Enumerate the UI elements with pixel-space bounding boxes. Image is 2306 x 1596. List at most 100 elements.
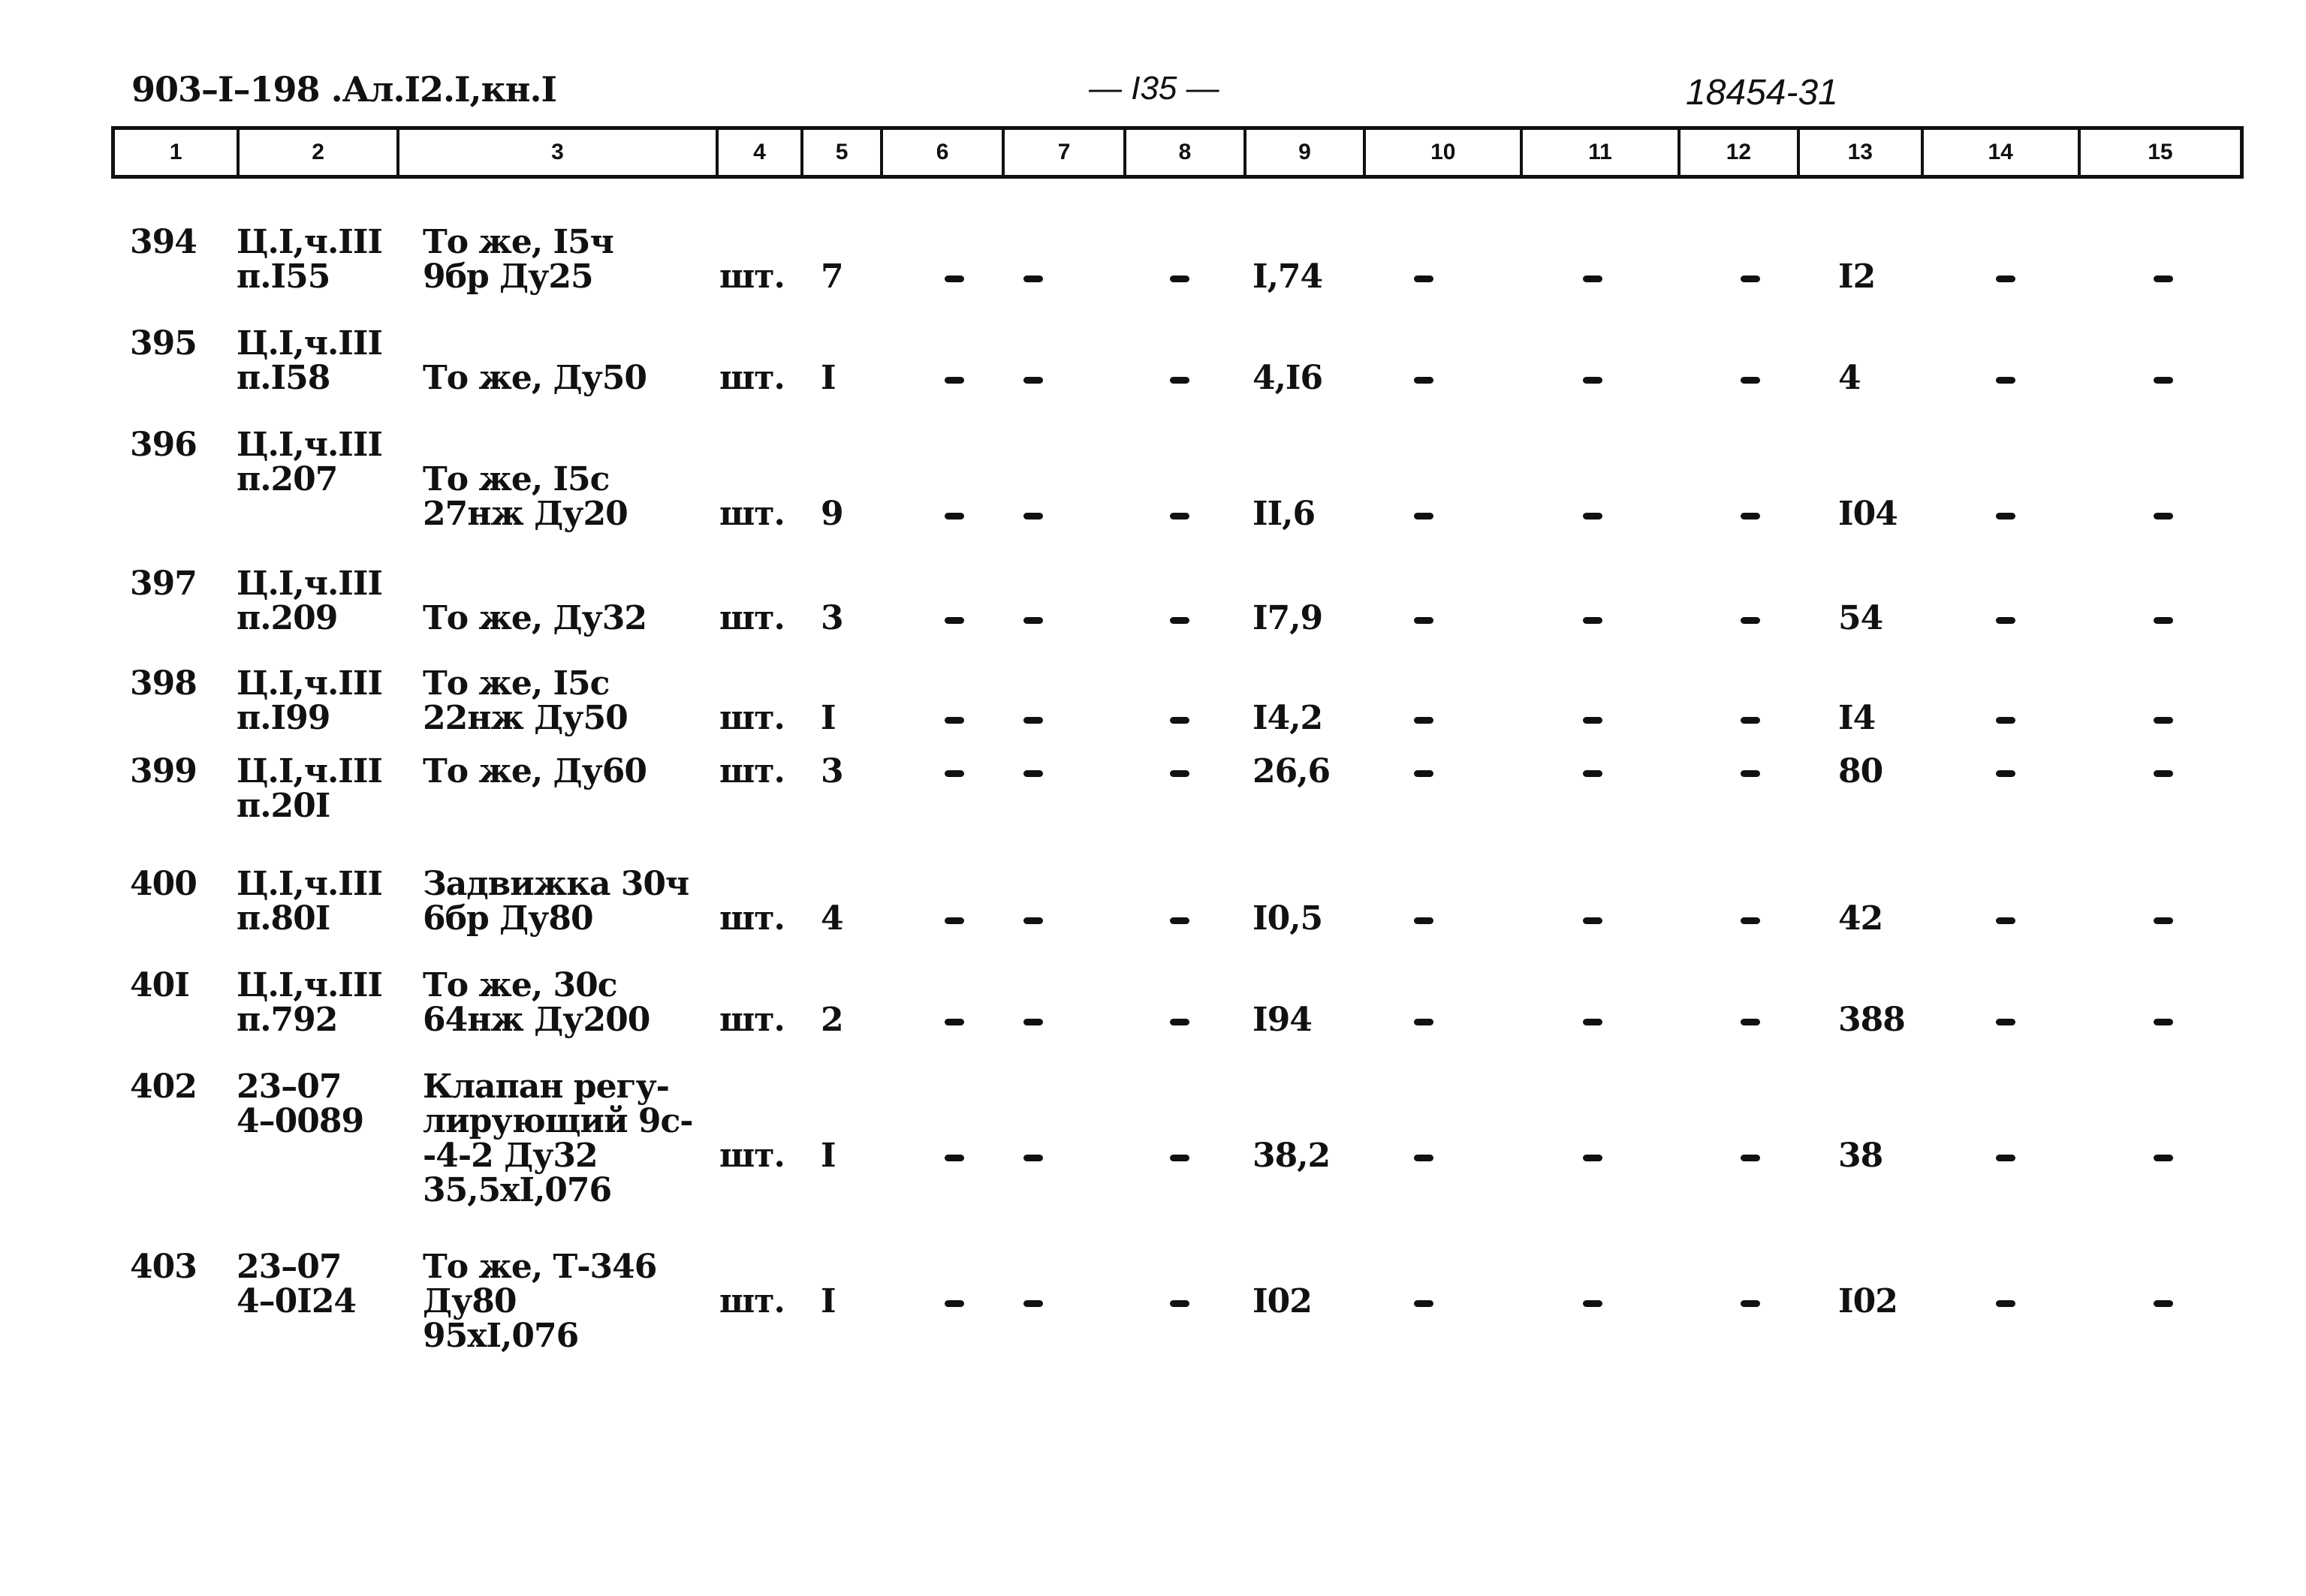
column-header: 11 — [1523, 130, 1681, 175]
reference-cell: Ц.I,ч.III п.207 — [237, 426, 383, 498]
col14-cell — [1996, 361, 2015, 396]
col6-cell — [945, 1003, 964, 1037]
col7-cell — [1023, 902, 1043, 936]
col8-cell — [1170, 1139, 1189, 1173]
dash-mark — [1023, 617, 1043, 624]
dash-mark — [1170, 770, 1189, 777]
col9-cell: I7,9 — [1252, 599, 1323, 637]
item-name: То же, Т-346 Ду80 95хI,076 — [423, 1248, 657, 1355]
col13-cell: I4 — [1838, 699, 1876, 737]
col6-cell — [945, 361, 964, 396]
dash-mark — [1583, 617, 1602, 624]
dash-mark — [2154, 513, 2173, 519]
item-name: То же, Ду32 — [423, 599, 647, 637]
col13-cell: I02 — [1838, 1282, 1898, 1320]
quantity-cell: 9 — [821, 495, 844, 533]
row-number: 400 — [130, 865, 197, 903]
dash-mark — [2154, 1019, 2173, 1025]
unit-cell: шт. — [719, 1282, 785, 1320]
dash-mark — [2154, 770, 2173, 777]
dash-mark — [1583, 770, 1602, 777]
dash-mark — [1996, 917, 2015, 924]
column-header: 8 — [1126, 130, 1246, 175]
reference-cell: 23–07 4–0I24 — [237, 1248, 357, 1320]
col9-cell: I,74 — [1252, 257, 1323, 296]
dash-mark — [1741, 1155, 1760, 1161]
item-name: Клапан регу- лирующий 9с- -4-2 Ду32 35,5… — [423, 1068, 694, 1209]
reference-cell: Ц.I,ч.III п.I58 — [237, 324, 383, 397]
dash-mark — [945, 1019, 964, 1025]
col9-cell: I02 — [1252, 1282, 1313, 1320]
unit-cell: шт. — [719, 599, 785, 637]
dash-mark — [1170, 1155, 1189, 1161]
dash-mark — [1741, 377, 1760, 384]
col14-cell — [1996, 497, 2015, 531]
col12-cell — [1741, 701, 1760, 736]
dash-mark — [1170, 917, 1189, 924]
dash-mark — [1023, 377, 1043, 384]
dash-mark — [945, 276, 964, 282]
archive-number: 18454-31 — [1686, 73, 1838, 113]
col12-cell — [1741, 260, 1760, 294]
col9-cell: 4,I6 — [1252, 359, 1323, 397]
col6-cell — [945, 902, 964, 936]
col15-cell — [2154, 1003, 2173, 1037]
col11-cell — [1583, 361, 1602, 396]
col8-cell — [1170, 497, 1189, 531]
column-header: 2 — [240, 130, 399, 175]
col15-cell — [2154, 601, 2173, 636]
quantity-cell: I — [821, 1282, 836, 1320]
col13-cell: 54 — [1838, 599, 1883, 637]
reference-cell: Ц.I,ч.III п.I99 — [237, 664, 383, 737]
col6-cell — [945, 260, 964, 294]
dash-mark — [1023, 917, 1043, 924]
col15-cell — [2154, 260, 2173, 294]
col13-cell: I2 — [1838, 257, 1876, 296]
dash-mark — [1996, 717, 2015, 724]
dash-mark — [1414, 1155, 1433, 1161]
col15-cell — [2154, 754, 2173, 789]
dash-mark — [1414, 513, 1433, 519]
col8-cell — [1170, 1003, 1189, 1037]
dash-mark — [1583, 1155, 1602, 1161]
col7-cell — [1023, 1139, 1043, 1173]
dash-mark — [2154, 1300, 2173, 1307]
dash-mark — [1741, 1019, 1760, 1025]
col9-cell: I94 — [1252, 1001, 1313, 1039]
col11-cell — [1583, 497, 1602, 531]
reference-cell: 23–07 4–0089 — [237, 1068, 364, 1140]
col12-cell — [1741, 902, 1760, 936]
col9-cell: 38,2 — [1252, 1137, 1331, 1175]
column-header: 3 — [399, 130, 719, 175]
col15-cell — [2154, 497, 2173, 531]
col13-cell: 42 — [1838, 899, 1883, 938]
row-number: 395 — [130, 324, 197, 363]
col8-cell — [1170, 601, 1189, 636]
unit-cell: шт. — [719, 359, 785, 397]
dash-mark — [1170, 513, 1189, 519]
dash-mark — [2154, 617, 2173, 624]
col8-cell — [1170, 902, 1189, 936]
col9-cell: 26,6 — [1252, 752, 1331, 790]
item-name: То же, I5с 22нж Ду50 — [423, 664, 628, 737]
col10-cell — [1414, 754, 1433, 789]
dash-mark — [1414, 770, 1433, 777]
dash-mark — [1170, 617, 1189, 624]
col7-cell — [1023, 701, 1043, 736]
col11-cell — [1583, 701, 1602, 736]
col9-cell: II,6 — [1252, 495, 1316, 533]
unit-cell: шт. — [719, 1001, 785, 1039]
dash-mark — [1996, 377, 2015, 384]
col7-cell — [1023, 601, 1043, 636]
column-header: 5 — [803, 130, 884, 175]
col8-cell — [1170, 361, 1189, 396]
col13-cell: 80 — [1838, 752, 1883, 790]
column-header: 9 — [1246, 130, 1367, 175]
dash-mark — [1023, 717, 1043, 724]
dash-mark — [1414, 1019, 1433, 1025]
dash-mark — [2154, 377, 2173, 384]
col6-cell — [945, 701, 964, 736]
col15-cell — [2154, 701, 2173, 736]
dash-mark — [1741, 617, 1760, 624]
dash-mark — [1741, 917, 1760, 924]
